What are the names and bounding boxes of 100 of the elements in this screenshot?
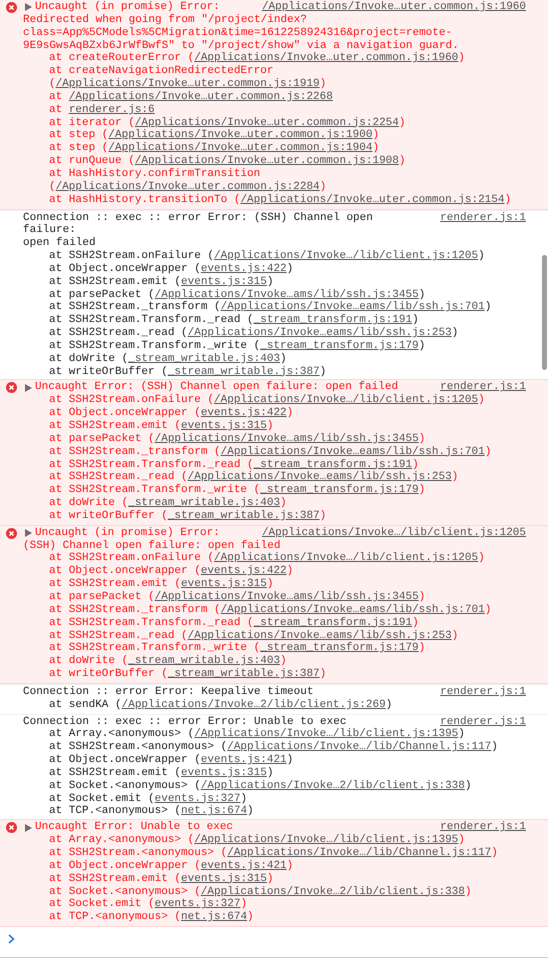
- stack-frame: at HashHistory.confirmTransition (/Applications/Invoke…uter.common.js:2284): [23, 168, 526, 194]
- stack-frame: at parsePacket (/Applications/Invoke…ams/lib/ssh.js:3455): [23, 432, 526, 446]
- source-link[interactable]: /Applications/Invoke…uter.common.js:1900: [108, 129, 372, 142]
- source-link[interactable]: _stream_writable.js:403: [128, 655, 280, 668]
- stack-frame: at SSH2Stream._read (/Applications/Invoke…eams/lib/ssh.js:253): [23, 471, 526, 484]
- source-link[interactable]: /Applications/Invoke…/lib/client.js:1205: [214, 394, 478, 406]
- message-detail: Redirected when going from "/project/index? class=App%5CModels%5CMigration&time=1612258924316&project=remote- 9E9sGwsAqBZxb6JrWfBwfS" to "/project/show" via a navigation guard.: [23, 14, 460, 52]
- source-link[interactable]: /Applications/Invoke…ams/lib/ssh.js:3455: [154, 288, 419, 301]
- source-link[interactable]: /Applications/Invoke…uter.common.js:1960: [194, 52, 458, 64]
- expand-triangle-icon[interactable]: [25, 824, 32, 832]
- source-link[interactable]: /Applications/Invoke…uter.common.js:1908: [134, 155, 399, 168]
- expand-triangle-icon[interactable]: [25, 529, 32, 538]
- source-link[interactable]: net.js:674: [181, 911, 248, 924]
- stack-frame: at SSH2Stream.onFailure (/Applications/Invoke…/lib/client.js:1205): [23, 394, 526, 408]
- source-link[interactable]: /Applications/Invoke…uter.common.js:2154: [240, 194, 504, 206]
- source-link[interactable]: /Applications/Invoke…uter.common.js:2284: [56, 180, 320, 193]
- stack-frame: at Object.onceWrapper (events.js:421): [23, 754, 526, 767]
- stack-frame: at step (/Applications/Invoke…uter.common.js:1904): [23, 142, 526, 156]
- stack-frame: at renderer.js:6: [23, 104, 526, 117]
- stack-frame: at step (/Applications/Invoke…uter.common.js:1900): [23, 129, 526, 142]
- message-text: Uncaught Error: Unable to exec: [35, 821, 234, 834]
- source-link[interactable]: renderer.js:6: [68, 104, 155, 116]
- stack-frame: at Array.<anonymous> (/Applications/Invoke…/lib/client.js:1395): [23, 728, 526, 742]
- source-link[interactable]: /Applications/Invoke…ams/lib/ssh.js:3455: [154, 590, 419, 603]
- source-link[interactable]: /Applications/Invoke…/lib/Channel.js:117: [227, 847, 492, 859]
- source-link[interactable]: events.js:315: [181, 766, 267, 779]
- stack-frame: at SSH2Stream.Transform._write (_stream_transform.js:179): [23, 642, 526, 656]
- source-link[interactable]: events.js:422: [200, 565, 287, 578]
- stack-frame: at Object.onceWrapper (events.js:422): [23, 262, 526, 276]
- source-link[interactable]: _stream_transform.js:191: [254, 616, 412, 629]
- message-detail: (SSH) Channel open failure: open failed: [23, 540, 282, 552]
- source-link[interactable]: events.js:315: [181, 276, 267, 288]
- source-link[interactable]: /Applications/Invoke…eams/lib/ssh.js:701: [220, 301, 485, 314]
- message-text: Uncaught Error: (SSH) Channel open failure: open failed: [35, 381, 398, 394]
- expand-triangle-icon[interactable]: [25, 3, 32, 12]
- expand-triangle-icon[interactable]: [25, 384, 32, 392]
- message-text: Uncaught (in promise) Error:: [35, 1, 220, 14]
- source-link[interactable]: /Applications/Invoke…uter.common.js:1919: [56, 78, 320, 90]
- stack-frame: at createRouterError (/Applications/Invoke…uter.common.js:1960): [23, 52, 526, 66]
- source-link[interactable]: /Applications/Invoke…/lib/client.js:1395: [194, 728, 458, 740]
- source-link[interactable]: /Applications/Invoke…2/lib/client.js:338: [200, 886, 465, 898]
- source-link[interactable]: _stream_writable.js:403: [128, 352, 280, 365]
- stack-frame: at TCP.<anonymous> (net.js:674): [23, 911, 526, 924]
- source-link[interactable]: /Applications/Invoke…2/lib/client.js:269: [122, 698, 386, 711]
- source-link[interactable]: /Applications/Invoke…uter.common.js:1904: [108, 142, 372, 154]
- source-link[interactable]: _stream_writable.js:387: [168, 668, 320, 680]
- stack-frame: at parsePacket (/Applications/Invoke…ams/lib/ssh.js:3455): [23, 590, 526, 604]
- stack-frame: at SSH2Stream.emit (events.js:315): [23, 420, 526, 433]
- source-link[interactable]: /Applications/Invoke…eams/lib/ssh.js:253: [188, 630, 452, 642]
- source-link[interactable]: _stream_transform.js:179: [260, 484, 419, 496]
- source-link[interactable]: /Applications/Invoke…eams/lib/ssh.js:253: [188, 471, 452, 484]
- error-icon: [6, 2, 17, 13]
- source-link[interactable]: /Applications/Invoke…2/lib/client.js:338: [200, 780, 465, 792]
- scrollbar-thumb[interactable]: [542, 255, 547, 370]
- stack-frame: at SSH2Stream.onFailure (/Applications/Invoke…/lib/client.js:1205): [23, 250, 526, 263]
- stack-frame: at Socket.emit (events.js:327): [23, 792, 526, 806]
- stack-frame: at SSH2Stream.emit (events.js:315): [23, 872, 526, 886]
- stack-frame: at TCP.<anonymous> (net.js:674): [23, 805, 526, 818]
- stack-frame: at runQueue (/Applications/Invoke…uter.common.js:1908): [23, 155, 526, 168]
- source-link[interactable]: /Applications/Invoke…/lib/Channel.js:117: [227, 741, 492, 754]
- source-link[interactable]: /Applications/Invoke…/lib/client.js:1205: [214, 552, 478, 564]
- source-link[interactable]: _stream_transform.js:179: [260, 642, 419, 654]
- stack-frame: at SSH2Stream._read (/Applications/Invoke…eams/lib/ssh.js:253): [23, 327, 526, 340]
- source-link[interactable]: events.js:422: [200, 262, 287, 275]
- source-link[interactable]: events.js:315: [181, 420, 267, 432]
- source-link[interactable]: renderer.js:1: [432, 821, 526, 834]
- source-link[interactable]: renderer.js:1: [432, 212, 526, 224]
- source-link[interactable]: events.js:421: [200, 754, 287, 766]
- stack-frame: at sendKA (/Applications/Invoke…2/lib/client.js:269): [23, 698, 526, 712]
- source-link[interactable]: _stream_transform.js:191: [254, 314, 412, 326]
- stack-frame: at SSH2Stream.onFailure (/Applications/Invoke…/lib/client.js:1205): [23, 552, 526, 566]
- source-link[interactable]: renderer.js:1: [432, 381, 526, 394]
- source-link[interactable]: events.js:315: [181, 578, 267, 590]
- source-link[interactable]: _stream_writable.js:403: [128, 497, 280, 510]
- source-link[interactable]: /Applications/Invoke…uter.common.js:1960: [254, 1, 526, 14]
- source-link[interactable]: renderer.js:1: [432, 686, 526, 699]
- source-link[interactable]: /Applications/Invoke…uter.common.js:2268: [68, 90, 333, 103]
- source-link[interactable]: events.js:327: [154, 898, 240, 910]
- source-link[interactable]: /Applications/Invoke…uter.common.js:2254: [134, 116, 399, 129]
- source-link[interactable]: events.js:421: [200, 860, 287, 872]
- source-link[interactable]: events.js:327: [154, 792, 240, 805]
- source-link[interactable]: /Applications/Invoke…/lib/client.js:1205: [214, 250, 478, 262]
- source-link[interactable]: renderer.js:1: [432, 716, 526, 728]
- source-link[interactable]: events.js:315: [181, 872, 267, 885]
- stack-frame: at SSH2Stream.Transform._write (_stream_transform.js:179): [23, 484, 526, 498]
- source-link[interactable]: /Applications/Invoke…eams/lib/ssh.js:701: [220, 446, 485, 458]
- source-link[interactable]: /Applications/Invoke…ams/lib/ssh.js:3455: [154, 432, 419, 445]
- source-link[interactable]: /Applications/Invoke…/lib/client.js:1395: [194, 834, 458, 846]
- source-link[interactable]: _stream_transform.js:191: [254, 458, 412, 471]
- message-detail: open failed: [23, 237, 97, 250]
- source-link[interactable]: /Applications/Invoke…eams/lib/ssh.js:253: [188, 327, 452, 340]
- source-link[interactable]: _stream_writable.js:387: [168, 366, 320, 378]
- source-link[interactable]: /Applications/Invoke…/lib/client.js:1205: [254, 526, 526, 540]
- error-icon: [6, 382, 17, 394]
- source-link[interactable]: _stream_writable.js:387: [168, 510, 320, 522]
- source-link[interactable]: events.js:422: [200, 407, 287, 420]
- message-text: Connection :: exec :: error Error: Unable to exec: [23, 716, 346, 728]
- source-link[interactable]: _stream_transform.js:179: [260, 340, 419, 352]
- source-link[interactable]: net.js:674: [181, 805, 248, 818]
- source-link[interactable]: /Applications/Invoke…eams/lib/ssh.js:701: [220, 604, 485, 616]
